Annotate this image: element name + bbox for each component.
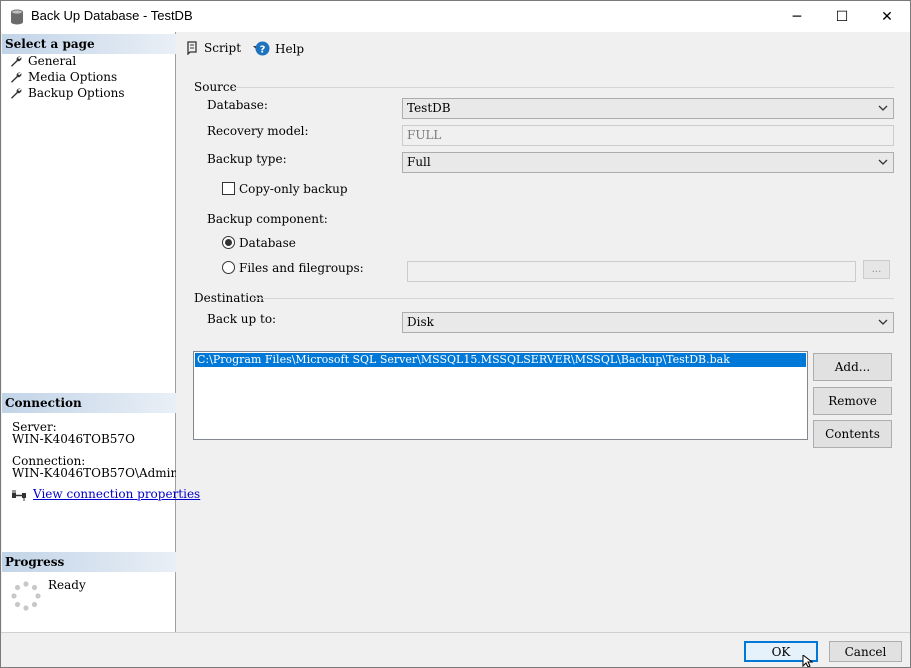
copy-only-label: Copy-only backup (239, 182, 348, 196)
component-database-radio[interactable] (222, 236, 235, 249)
help-button[interactable]: ? Help (255, 41, 304, 56)
component-files-label: Files and filegroups: (239, 261, 364, 275)
page-item-general[interactable]: General (10, 54, 76, 68)
browse-files-button[interactable]: ... (863, 260, 890, 279)
connection-properties-icon (12, 490, 26, 501)
help-label: Help (275, 41, 305, 56)
source-group-divider (233, 87, 894, 88)
dialog-footer: OK Cancel (1, 632, 910, 667)
backup-to-value: Disk (407, 315, 434, 329)
chevron-down-icon (878, 105, 888, 111)
toolbar: Script ? Help (177, 32, 910, 66)
database-icon (11, 9, 23, 25)
backup-type-value: Full (407, 155, 431, 169)
chevron-down-icon (878, 319, 888, 325)
backup-to-label: Back up to: (207, 312, 277, 326)
cancel-label: Cancel (844, 644, 887, 659)
list-item[interactable]: C:\Program Files\Microsoft SQL Server\MS… (195, 353, 806, 367)
svg-text:?: ? (260, 44, 266, 55)
backup-to-combobox[interactable]: Disk (402, 312, 894, 333)
copy-only-checkbox[interactable] (222, 182, 235, 195)
wrench-icon (11, 56, 22, 67)
close-window-button[interactable]: ✕ (864, 1, 910, 32)
files-filegroups-field (407, 261, 856, 282)
page-item-label: General (28, 54, 77, 68)
minimize-icon: ─ (792, 8, 802, 25)
contents-label: Contents (825, 427, 880, 441)
backup-database-dialog: Back Up Database - TestDB ─ ☐ ✕ Select a… (0, 0, 911, 668)
view-connection-properties-link[interactable]: View connection properties (33, 487, 200, 501)
destination-group-divider (252, 298, 894, 299)
minimize-button[interactable]: ─ (774, 1, 820, 32)
script-icon (187, 41, 197, 55)
recovery-model-field: FULL (402, 125, 894, 146)
database-label: Database: (207, 98, 268, 112)
recovery-model-value: FULL (407, 128, 442, 142)
connection-value: WIN-K4046TOB57O\Administrato (12, 466, 176, 480)
select-page-header: Select a page (2, 34, 176, 54)
add-destination-button[interactable]: Add... (813, 353, 892, 381)
progress-header: Progress (2, 552, 176, 572)
source-group-label: Source (194, 80, 237, 94)
browse-files-label: ... (871, 264, 882, 275)
connection-header: Connection (2, 393, 176, 413)
server-value: WIN-K4046TOB57O (12, 432, 135, 446)
component-files-radio[interactable] (222, 261, 235, 274)
database-combobox[interactable]: TestDB (402, 98, 894, 119)
backup-type-combobox[interactable]: Full (402, 152, 894, 173)
script-label: Script (204, 41, 242, 55)
help-icon: ? (255, 41, 270, 56)
backup-component-label: Backup component: (207, 212, 328, 226)
script-button[interactable]: Script (185, 41, 262, 55)
window-title: Back Up Database - TestDB (31, 8, 193, 23)
title-bar: Back Up Database - TestDB ─ ☐ ✕ (1, 1, 910, 32)
recovery-model-label: Recovery model: (207, 124, 309, 138)
cancel-button[interactable]: Cancel (829, 641, 902, 662)
component-database-label: Database (239, 236, 296, 250)
add-label: Add... (834, 360, 871, 374)
database-value: TestDB (407, 101, 451, 115)
ok-label: OK (771, 644, 791, 659)
contents-button[interactable]: Contents (813, 420, 892, 448)
progress-status: Ready (48, 578, 86, 592)
maximize-icon: ☐ (835, 8, 849, 25)
backup-type-label: Backup type: (207, 152, 287, 166)
mouse-cursor-icon (802, 655, 814, 667)
maximize-button[interactable]: ☐ (819, 1, 865, 32)
page-item-backup-options[interactable]: Backup Options (10, 86, 124, 100)
page-item-label: Backup Options (28, 86, 125, 100)
page-item-label: Media Options (28, 70, 118, 84)
chevron-down-icon (878, 159, 888, 165)
remove-label: Remove (828, 394, 877, 408)
wrench-icon (11, 72, 22, 83)
left-pane: Select a page General Media Options Back… (2, 32, 200, 632)
page-item-media-options[interactable]: Media Options (10, 70, 117, 84)
progress-spinner-icon (11, 581, 41, 611)
backup-destinations-list[interactable]: C:\Program Files\Microsoft SQL Server\MS… (193, 351, 808, 440)
remove-destination-button[interactable]: Remove (813, 387, 892, 415)
close-icon: ✕ (881, 8, 893, 25)
wrench-icon (11, 88, 22, 99)
